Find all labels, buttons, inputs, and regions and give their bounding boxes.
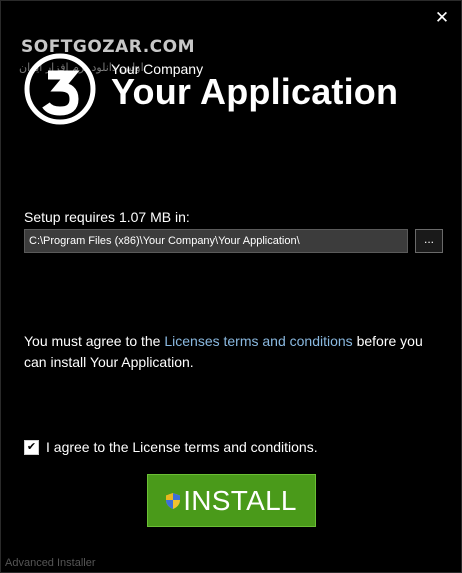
agree-row[interactable]: ✔ I agree to the License terms and condi… bbox=[24, 438, 318, 456]
license-notice: You must agree to the Licenses terms and… bbox=[24, 331, 434, 373]
install-path-input[interactable] bbox=[24, 229, 408, 253]
close-icon: ✕ bbox=[434, 8, 450, 27]
setup-requires-label: Setup requires 1.07 MB in: bbox=[24, 209, 190, 225]
footer-brand: Advanced Installer bbox=[5, 557, 96, 569]
uac-shield-icon bbox=[166, 492, 181, 509]
install-label: INSTALL bbox=[183, 484, 297, 516]
agree-label[interactable]: I agree to the License terms and conditi… bbox=[46, 439, 318, 455]
browse-button[interactable]: ... bbox=[415, 229, 443, 253]
license-text-before: You must agree to the bbox=[24, 333, 165, 349]
agree-checkbox[interactable]: ✔ bbox=[24, 439, 39, 455]
checkmark-icon: ✔ bbox=[26, 440, 37, 453]
app-title: Your Application bbox=[111, 71, 399, 112]
install-button[interactable]: INSTALL bbox=[147, 474, 316, 527]
installer-window: ✕ SOFTGOZAR.COM اولین دانلود نرم افزار ا… bbox=[0, 0, 462, 573]
watermark-text: SOFTGOZAR.COM bbox=[21, 37, 196, 57]
close-button[interactable]: ✕ bbox=[433, 9, 451, 27]
license-terms-link[interactable]: Licenses terms and conditions bbox=[164, 333, 352, 349]
